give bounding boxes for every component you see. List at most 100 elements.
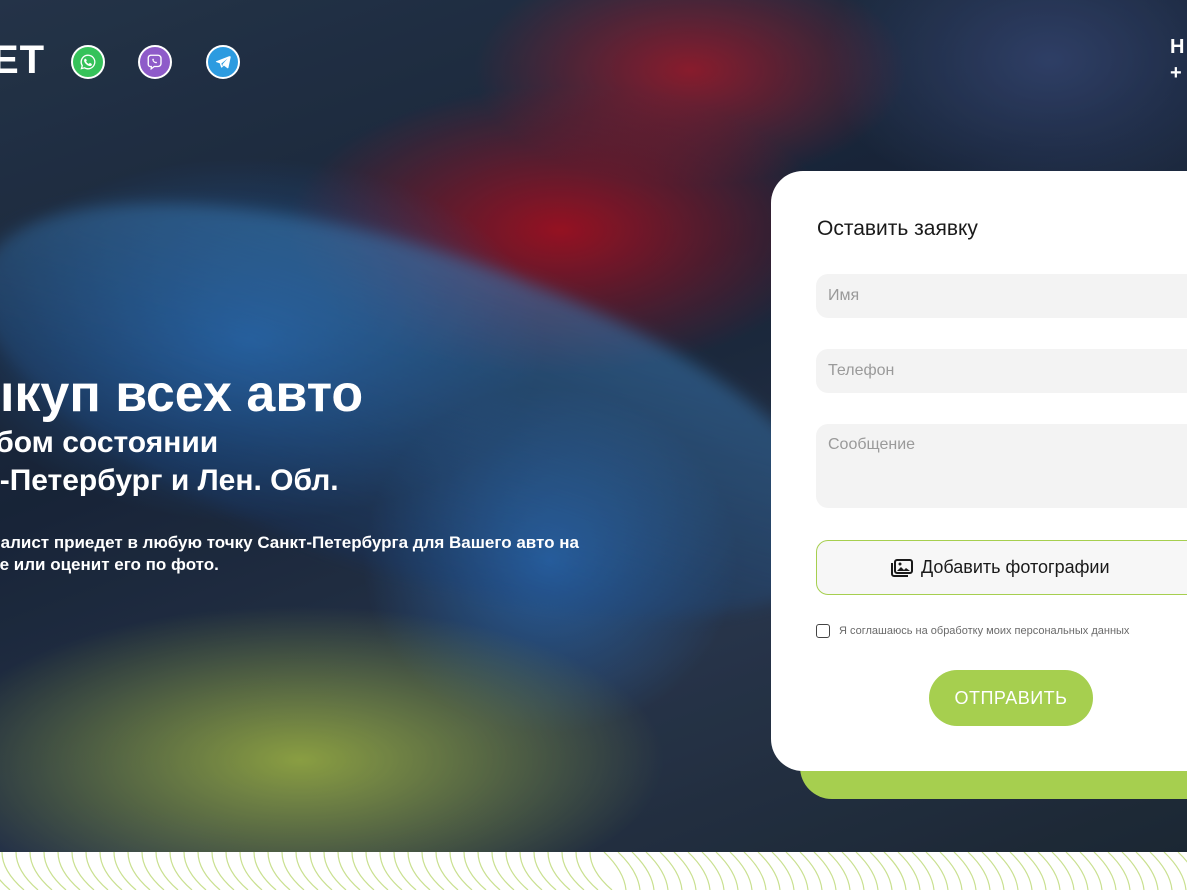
pattern-line (589, 852, 613, 890)
pattern-line (1121, 852, 1145, 890)
pattern-line (379, 852, 403, 890)
pattern-line (911, 852, 935, 890)
pattern-line (575, 852, 599, 890)
pattern-line (715, 852, 739, 890)
pattern-line (645, 852, 669, 890)
pattern-line (1037, 852, 1061, 890)
header-phone-link[interactable]: + (1170, 60, 1184, 86)
pattern-line (603, 852, 627, 890)
pattern-line (169, 852, 193, 890)
pattern-line (799, 852, 823, 890)
pattern-line (267, 852, 291, 890)
pattern-line (225, 852, 249, 890)
pattern-line (337, 852, 361, 890)
pattern-line (673, 852, 697, 890)
pattern-line (463, 852, 487, 890)
pattern-line (295, 852, 319, 890)
pattern-line (701, 852, 725, 890)
pattern-line (547, 852, 571, 890)
request-form: Оставить заявку Добавить фотографии Я со… (771, 171, 1187, 771)
photos-icon (891, 558, 913, 577)
pattern-line (323, 852, 347, 890)
pattern-line (155, 852, 179, 890)
pattern-line (757, 852, 781, 890)
hero-headline: ыкуп всех авто юбом состоянии кт-Петербу… (0, 364, 363, 500)
hero-description: пециалист приедет в любую точку Санкт-Пе… (0, 533, 579, 574)
pattern-line (309, 852, 333, 890)
site-logo[interactable]: ЕТ (0, 38, 45, 83)
pattern-line (1135, 852, 1159, 890)
consent-row[interactable]: Я соглашаюсь на обработку моих персональ… (816, 624, 1129, 638)
pattern-line (533, 852, 557, 890)
pattern-line (449, 852, 473, 890)
pattern-line (1065, 852, 1089, 890)
hero-subtitle-region: кт-Петербург и Лен. Обл. (0, 464, 339, 497)
pattern-line (183, 852, 207, 890)
pattern-line (953, 852, 977, 890)
form-title: Оставить заявку (817, 217, 978, 240)
pattern-line (771, 852, 795, 890)
site-header: ЕТ Н + (0, 0, 1187, 110)
pattern-line (239, 852, 263, 890)
pattern-line (1051, 852, 1075, 890)
pattern-line (827, 852, 851, 890)
pattern-line (841, 852, 865, 890)
pattern-line (393, 852, 417, 890)
submit-button[interactable]: ОТПРАВИТЬ (929, 670, 1093, 726)
pattern-line (883, 852, 907, 890)
pattern-line (15, 852, 39, 890)
pattern-line (1163, 852, 1187, 890)
consent-checkbox[interactable] (816, 624, 830, 638)
pattern-line (631, 852, 655, 890)
pattern-line (29, 852, 53, 890)
header-contacts: Н + (1170, 34, 1184, 86)
viber-icon[interactable] (138, 45, 172, 79)
pattern-line (113, 852, 137, 890)
pattern-line (141, 852, 165, 890)
pattern-line (43, 852, 67, 890)
message-field[interactable] (816, 424, 1187, 508)
pattern-line (99, 852, 123, 890)
pattern-line (743, 852, 767, 890)
pattern-line (561, 852, 585, 890)
consent-label: Я соглашаюсь на обработку моих персональ… (839, 625, 1130, 637)
hero-subtitle-condition: юбом состоянии (0, 426, 219, 459)
pattern-line (477, 852, 501, 890)
pattern-line (869, 852, 893, 890)
pattern-line (435, 852, 459, 890)
pattern-line (365, 852, 389, 890)
pattern-line (71, 852, 95, 890)
name-field[interactable] (816, 274, 1187, 318)
phone-field[interactable] (816, 349, 1187, 393)
pattern-line (1079, 852, 1103, 890)
pattern-line (939, 852, 963, 890)
pattern-line (57, 852, 81, 890)
telegram-icon[interactable] (206, 45, 240, 79)
pattern-line (1023, 852, 1047, 890)
pattern-line (127, 852, 151, 890)
pattern-line (967, 852, 991, 890)
pattern-line (505, 852, 529, 890)
pattern-line (1107, 852, 1131, 890)
pattern-line (729, 852, 753, 890)
pattern-line (1093, 852, 1117, 890)
pattern-line (617, 852, 641, 890)
pattern-line (855, 852, 879, 890)
whatsapp-icon[interactable] (71, 45, 105, 79)
pattern-line (0, 879, 11, 890)
pattern-line (1009, 852, 1033, 890)
pattern-line (519, 852, 543, 890)
pattern-line (253, 852, 277, 890)
pattern-line (281, 852, 305, 890)
pattern-line (421, 852, 445, 890)
pattern-line (897, 852, 921, 890)
header-contact-label: Н (1170, 36, 1185, 58)
decorative-line-pattern (0, 852, 1187, 890)
pattern-line (813, 852, 837, 890)
pattern-line (925, 852, 949, 890)
pattern-line (785, 852, 809, 890)
pattern-line (981, 852, 1005, 890)
pattern-line (687, 852, 711, 890)
add-photos-button[interactable]: Добавить фотографии (816, 540, 1187, 595)
hero-title: ыкуп всех авто (0, 365, 364, 423)
